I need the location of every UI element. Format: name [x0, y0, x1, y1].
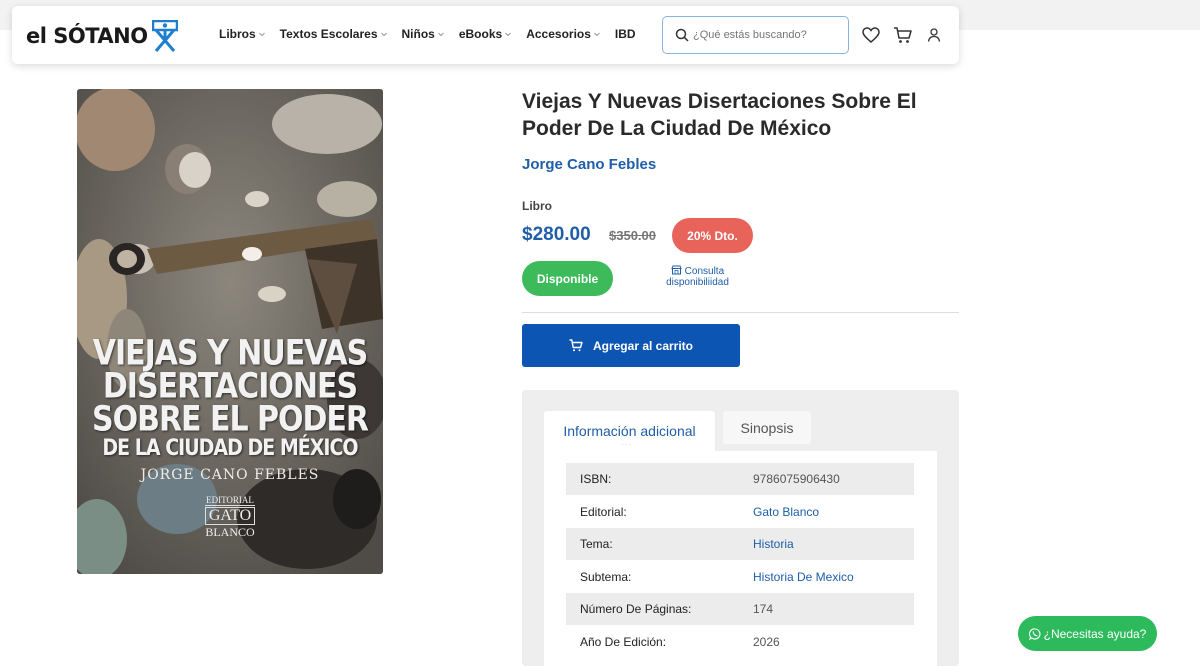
- details-table: ISBN: 9786075906430 Editorial: Gato Blanco T…: [544, 451, 937, 666]
- cover-title-line-4: DE LA CIUDAD DE MÉXICO: [102, 435, 358, 461]
- nav-item-ebooks[interactable]: eBooks: [459, 27, 512, 41]
- nav-item-accesorios[interactable]: Accesorios: [526, 27, 601, 41]
- row-label: Año De Edición:: [580, 634, 667, 649]
- help-label: ¿Necesitas ayuda?: [1043, 626, 1147, 641]
- row-value: 2026: [753, 634, 780, 649]
- cover-title-line-3: SOBRE EL PODER: [91, 399, 369, 440]
- search-icon: [675, 28, 689, 42]
- row-value: 174: [753, 602, 774, 616]
- nav-item-libros[interactable]: Libros: [219, 27, 266, 41]
- nav-item-niños[interactable]: Niños: [402, 27, 445, 41]
- availability-badge: Disponible: [522, 261, 613, 296]
- heart-icon[interactable]: [861, 25, 881, 45]
- nav-item-label: Accesorios: [526, 27, 591, 41]
- row-label: Número De Páginas:: [580, 602, 692, 616]
- info-panel: Información adicional ··· Sinopsis ISBN:…: [522, 390, 959, 666]
- help-whatsapp-button[interactable]: ¿Necesitas ayuda?: [1018, 616, 1157, 651]
- row-label: Tema:: [580, 537, 613, 551]
- product-author-link[interactable]: Jorge Cano Febles: [522, 156, 656, 173]
- publisher-logo: EDITORIAL GATO BLANCO: [205, 496, 255, 538]
- nav-item-label: Textos Escolares: [279, 27, 378, 41]
- product-old-price: $350.00: [609, 228, 656, 243]
- table-row: Número De Páginas: 174: [566, 593, 914, 625]
- search-box[interactable]: [662, 16, 849, 54]
- table-row: Subtema: Historia De Mexico: [566, 561, 914, 593]
- chevron-down-icon: [594, 32, 600, 37]
- row-value[interactable]: Historia De Mexico: [753, 570, 854, 584]
- store-icon: [671, 265, 682, 275]
- nav-item-label: Niños: [401, 27, 435, 41]
- tab-indicator: ···: [621, 440, 632, 449]
- site-logo[interactable]: el SÓTANO: [26, 20, 178, 52]
- chevron-down-icon: [505, 32, 512, 37]
- row-label: Subtema:: [580, 569, 632, 584]
- whatsapp-icon: [1028, 627, 1041, 640]
- publisher-line-3: BLANCO: [205, 525, 255, 539]
- tab-sinopsis[interactable]: Sinopsis: [723, 411, 811, 444]
- divider: [522, 312, 959, 313]
- nav-item-ibd[interactable]: IBD: [615, 27, 636, 41]
- table-row: Tema: Historia: [566, 528, 914, 560]
- publisher-line-2: GATO: [205, 507, 255, 525]
- logo-figure-icon: [151, 20, 178, 52]
- product-format: Libro: [522, 199, 552, 213]
- chevron-down-icon: [437, 32, 444, 37]
- row-value[interactable]: Historia: [753, 537, 794, 551]
- logo-text: el SÓTANO: [26, 24, 148, 48]
- add-to-cart-label: Agregar al carrito: [592, 338, 694, 353]
- nav-item-label: IBD: [614, 27, 636, 41]
- product-price: $280.00: [522, 224, 591, 245]
- add-to-cart-button[interactable]: Agregar al carrito: [522, 324, 740, 367]
- cover-author: JORGE CANO FEBLES: [140, 467, 320, 483]
- row-value: 9786075906430: [753, 472, 840, 486]
- user-icon[interactable]: [926, 27, 942, 43]
- row-value[interactable]: Gato Blanco: [753, 505, 819, 519]
- chevron-down-icon: [258, 32, 265, 37]
- row-label: ISBN:: [580, 472, 612, 486]
- consult-availability-link[interactable]: Consulta disponibiliidad: [660, 265, 735, 288]
- publisher-line-1: EDITORIAL: [205, 495, 255, 506]
- search-input[interactable]: [693, 29, 843, 41]
- table-row: ISBN: 9786075906430: [566, 463, 914, 495]
- nav-item-label: eBooks: [458, 27, 503, 41]
- cart-icon[interactable]: [893, 25, 913, 45]
- product-title: Viejas Y Nuevas Disertaciones Sobre El P…: [522, 90, 917, 140]
- nav-item-textos-escolares[interactable]: Textos Escolares: [280, 27, 388, 41]
- discount-badge: 20% Dto.: [672, 218, 753, 253]
- main-nav: Libros Textos Escolares Niños eBooks Accesor…: [219, 27, 650, 41]
- table-row: Año De Edición: 2026: [566, 626, 914, 658]
- row-label: Editorial:: [580, 504, 627, 519]
- cart-icon: [569, 339, 583, 352]
- nav-item-label: Libros: [219, 27, 256, 41]
- table-row: Editorial: Gato Blanco: [566, 496, 914, 528]
- chevron-down-icon: [380, 32, 387, 37]
- site-header: el SÓTANO Libros Textos Escolares Niños eBo…: [12, 6, 959, 64]
- book-cover: VIEJAS Y NUEVAS DISERTACIONES SOBRE EL P…: [77, 89, 383, 574]
